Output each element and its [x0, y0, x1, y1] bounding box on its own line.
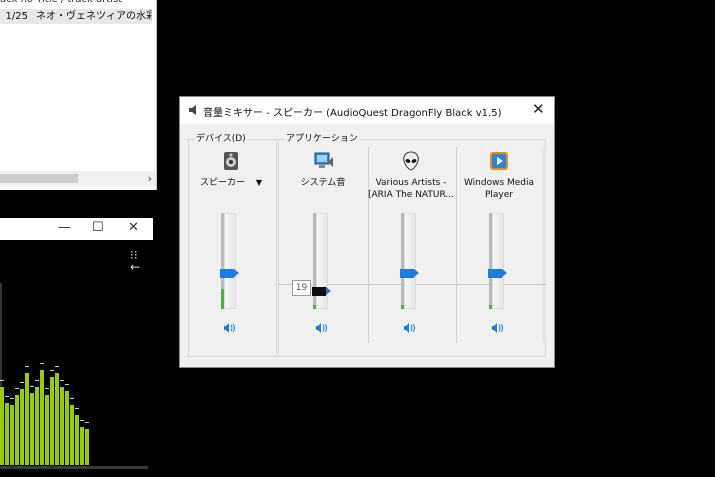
spectrum-peak: [35, 380, 39, 381]
channel-system-sounds: システム音: [280, 147, 366, 347]
volume-slider-track[interactable]: [404, 213, 416, 309]
system-sounds-icon: [313, 151, 333, 171]
spectrum-peak: [75, 408, 79, 409]
window-title: 音量ミキサー - スピーカー (AudioQuest DragonFly Bla…: [203, 108, 502, 119]
spectrum-peak: [65, 384, 69, 385]
spectrum-bar: [60, 387, 64, 465]
visualizer-progress[interactable]: [0, 466, 148, 469]
spectrum-bar: [25, 373, 29, 465]
spectrum-bar: [75, 415, 79, 465]
mixer-titlebar: 音量ミキサー - スピーカー (AudioQuest DragonFly Bla…: [180, 97, 554, 124]
spectrum-bars: [0, 347, 100, 465]
layout-toggle-icon[interactable]: ⁝⁝←: [130, 249, 146, 273]
speaker-title-icon: [188, 104, 198, 119]
spectrum-peak: [80, 420, 84, 421]
channel-various-artists: Various Artists - [ARIA The NATUR...: [368, 147, 454, 347]
spectrum-peak: [40, 363, 44, 364]
scroll-right-icon[interactable]: ›: [148, 171, 152, 186]
spectrum-peak: [20, 382, 24, 383]
spectrum-peak: [85, 422, 89, 423]
volume-slider-track[interactable]: [492, 213, 504, 309]
volume-slider-thumb[interactable]: [312, 286, 331, 296]
spectrum-peak: [70, 398, 74, 399]
track-number: 1/25: [5, 11, 28, 22]
spectrum-peak: [30, 386, 34, 387]
mute-button[interactable]: [492, 323, 504, 336]
spectrum-peak: [0, 380, 4, 381]
volume-slider-thumb[interactable]: [400, 268, 419, 278]
spectrum-peak: [25, 366, 29, 367]
volume-mixer-window: 音量ミキサー - スピーカー (AudioQuest DragonFly Bla…: [179, 96, 555, 368]
channel-label: Windows Media Player: [463, 178, 535, 200]
channel-windows-media-player: Windows Media Player: [456, 147, 542, 347]
track-title: ネオ・ヴェネツィアの水彩画: [36, 11, 152, 22]
horizontal-scrollbar[interactable]: ›: [0, 171, 156, 186]
close-icon[interactable]: ✕: [532, 100, 545, 118]
volume-slider-track[interactable]: [224, 213, 236, 309]
device-group-label: デバイス(D): [194, 131, 248, 144]
channel-label: システム音: [300, 178, 346, 188]
spectrum-bar: [35, 387, 39, 465]
spectrum-peak: [60, 380, 64, 381]
dropdown-icon[interactable]: ▼: [256, 178, 262, 187]
mute-button[interactable]: [404, 323, 416, 336]
channel-label: Various Artists - [ARIA The NATUR...: [368, 178, 454, 200]
volume-tooltip: 19: [292, 280, 311, 296]
tracklist-window: ack no Title / track artist 1/25 ネオ・ヴェネツィ…: [0, 0, 157, 190]
vertical-scrollbar[interactable]: [542, 147, 546, 343]
spectrum-bar: [45, 395, 49, 465]
minimize-icon[interactable]: —: [58, 220, 71, 235]
scrollbar-thumb[interactable]: [0, 174, 78, 183]
spectrum-peak: [55, 366, 59, 367]
spectrum-bar: [70, 405, 74, 465]
spectrum-bar: [80, 427, 84, 465]
spectrum-bar: [65, 391, 69, 465]
mute-button[interactable]: [316, 323, 328, 336]
spectrum-bar: [85, 429, 89, 465]
close-icon[interactable]: ✕: [128, 220, 139, 235]
volume-slider-thumb[interactable]: [488, 268, 507, 278]
media-player-icon: [489, 151, 509, 171]
speaker-icon: [221, 151, 241, 171]
spectrum-peak: [50, 370, 54, 371]
channel-speaker: スピーカー ▼: [188, 147, 274, 347]
spectrum-bar: [5, 403, 9, 465]
spectrum-peak: [10, 398, 14, 399]
channel-label[interactable]: スピーカー ▼: [188, 177, 274, 189]
spectrum-peak: [15, 388, 19, 389]
mute-button[interactable]: [224, 323, 236, 336]
track-row[interactable]: 1/25 ネオ・ヴェネツィアの水彩画: [0, 9, 152, 24]
visualizer-titlebar: — ☐ ✕: [0, 218, 153, 240]
alien-app-icon: [401, 151, 421, 171]
spectrum-bar: [15, 395, 19, 465]
spectrum-bar: [55, 373, 59, 465]
application-group-label: アプリケーション: [284, 131, 360, 144]
spectrum-peak: [45, 388, 49, 389]
tracklist-header: ack no Title / track artist: [0, 0, 156, 8]
spectrum-bar: [50, 377, 54, 465]
spectrum-bar: [0, 387, 4, 465]
spectrum-peak: [5, 396, 9, 397]
spectrum-bar: [40, 370, 44, 465]
spectrum-bar: [30, 393, 34, 465]
spectrum-bar: [20, 389, 24, 465]
volume-slider-thumb[interactable]: [220, 268, 239, 278]
maximize-icon[interactable]: ☐: [92, 220, 104, 235]
spectrum-bar: [10, 405, 14, 465]
